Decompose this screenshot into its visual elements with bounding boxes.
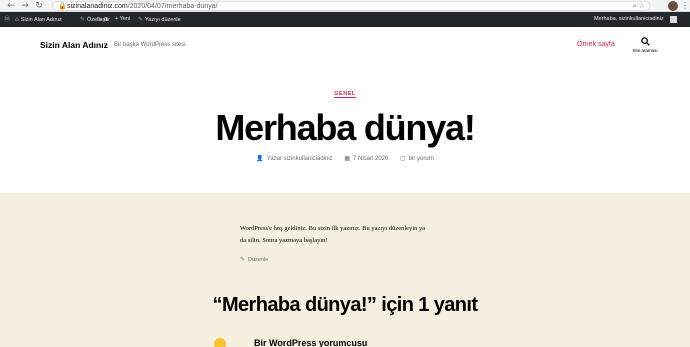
comment-icon: ▪ — [98, 16, 103, 23]
post-header: GENEL Merhaba dünya! 👤 Yazar sizinkullani… — [0, 67, 690, 193]
calendar-icon: ▦ — [344, 155, 351, 162]
comments-title: “Merhaba dünya!” için 1 yanıt — [212, 294, 478, 316]
search-label: Site araması — [632, 48, 658, 53]
pencil-icon: ✎ — [240, 256, 246, 263]
post-comments-link[interactable]: ▢ bir yorum — [400, 155, 434, 162]
admin-bar-edit-post[interactable]: ✎ Yazıyı düzenle — [138, 12, 181, 27]
post-title: Merhaba dünya! — [215, 107, 475, 148]
post-meta: 👤 Yazar sizinkullaniciadiniz ▦ 7 Nisan 202… — [0, 155, 690, 162]
zoom-and-star-icons[interactable]: ⌕ ☆ — [633, 2, 645, 11]
search-toggle-button[interactable]: Site araması — [627, 37, 663, 61]
site-header: Sizin Alan Adınız Bir başka WordPress si… — [0, 27, 690, 67]
comment-author-name[interactable]: Bir WordPress yorumcusu — [254, 338, 367, 347]
site-description: Bir başka WordPress sitesi — [114, 42, 186, 48]
post-content: WordPress'e hoş geldiniz. Bu sizin ilk y… — [0, 193, 690, 347]
profile-avatar[interactable] — [668, 1, 678, 11]
entry-body: WordPress'e hoş geldiniz. Bu sizin ilk y… — [240, 223, 452, 247]
pencil-icon: ✎ — [138, 16, 144, 23]
category-link[interactable]: GENEL — [334, 91, 356, 98]
entry-line: da silin. Sonra yazmaya başlayın! — [240, 237, 328, 244]
edit-post-link[interactable]: ✎ Düzenle — [240, 256, 268, 263]
lock-icon: 🔒 — [58, 2, 67, 10]
browser-toolbar: ← → ↻ 🔒 sizinalanadiniz.com/2020/04/07/m… — [0, 0, 690, 12]
admin-bar-comments[interactable]: ▪ 0 — [98, 12, 107, 27]
commenter-avatar — [214, 338, 226, 347]
entry-line: WordPress'e hoş geldiniz. Bu sizin ilk y… — [240, 225, 426, 232]
home-icon: ⌂ — [15, 16, 19, 23]
wordpress-logo-icon[interactable]: Ⓦ — [4, 12, 12, 27]
brush-icon: ✎ — [80, 16, 86, 23]
admin-bar-greeting[interactable]: Merhaba, sizinkullaniciadiniz — [594, 12, 664, 27]
post-author[interactable]: 👤 Yazar sizinkullaniciadiniz — [256, 155, 332, 162]
url-text: sizinalanadiniz.com/2020/04/07/merhaba-d… — [67, 3, 218, 10]
site-title[interactable]: Sizin Alan Adınız — [40, 40, 108, 50]
reload-icon[interactable]: ↻ — [34, 1, 44, 11]
address-bar[interactable]: 🔒 sizinalanadiniz.com/2020/04/07/merhaba… — [52, 1, 650, 11]
admin-bar-site-name[interactable]: ⌂ Sizin Alan Adınız — [15, 12, 62, 27]
comment-icon: ▢ — [400, 155, 406, 162]
comment-author: Bir WordPress yorumcusu — [214, 338, 374, 347]
nav-link-sample-page[interactable]: Örnek sayfa — [577, 41, 615, 48]
browser-menu-icon[interactable]: ⋮ — [681, 0, 689, 12]
wp-admin-bar: Ⓦ ⌂ Sizin Alan Adınız ✎ Özelleştir ▪ 0 + Ye… — [0, 12, 690, 27]
admin-bar-avatar[interactable] — [670, 16, 677, 23]
search-icon — [640, 37, 650, 46]
post-date[interactable]: ▦ 7 Nisan 2020 — [344, 155, 388, 162]
post-category: GENEL — [0, 91, 690, 98]
admin-bar-new[interactable]: + Yeni — [115, 12, 130, 27]
back-icon[interactable]: ← — [6, 1, 16, 11]
forward-icon[interactable]: → — [20, 1, 30, 11]
user-icon: 👤 — [256, 155, 264, 162]
